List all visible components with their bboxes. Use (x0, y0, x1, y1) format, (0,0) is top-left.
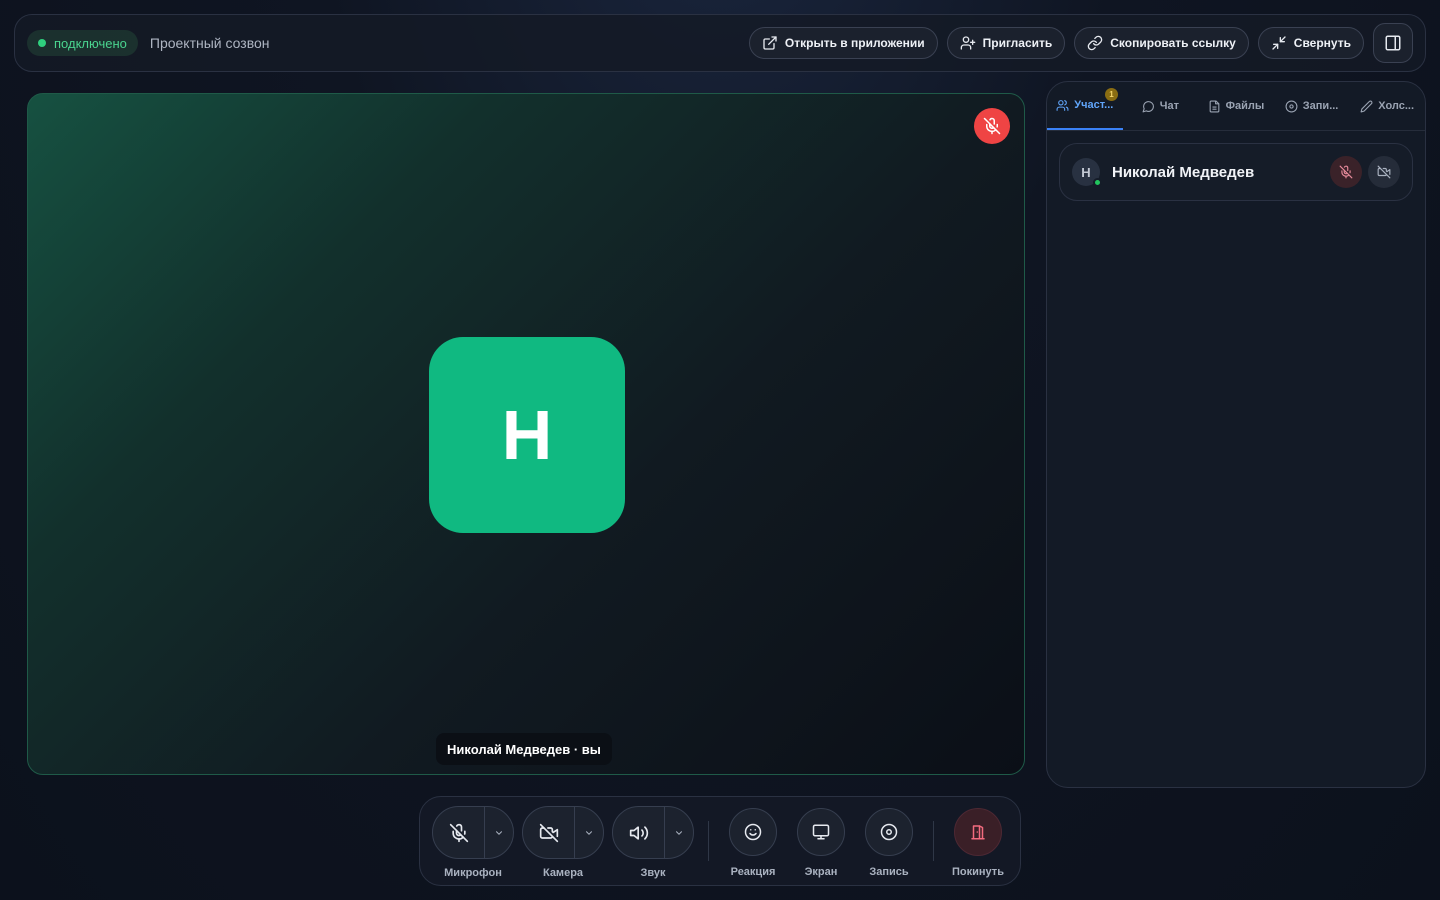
participant-name: Николай Медведев (1112, 163, 1255, 181)
participant-avatar-large: Н (429, 337, 625, 533)
microphone-label: Микрофон (444, 867, 502, 879)
tab-participants-label: Участ... (1074, 99, 1114, 111)
camera-split-button (522, 806, 604, 859)
sound-control: Звук (612, 806, 694, 879)
invite-label: Пригласить (982, 36, 1053, 50)
leave-label: Покинуть (952, 866, 1004, 878)
mic-off-icon (1339, 165, 1353, 179)
participants-count-badge: 1 (1105, 88, 1118, 101)
avatar: Н (1072, 158, 1102, 187)
open-in-app-label: Открыть в приложении (784, 36, 925, 50)
tab-recordings-label: Запи... (1302, 100, 1339, 112)
invite-button[interactable]: Пригласить (946, 27, 1066, 59)
speaker-icon (629, 823, 649, 843)
tab-files-label: Файлы (1225, 100, 1265, 112)
screen-control: Экран (797, 808, 845, 878)
minimize-arrows-icon (1271, 35, 1287, 51)
camera-off-icon (1377, 165, 1391, 179)
microphone-options-button[interactable] (484, 807, 513, 858)
participant-mic-status (1330, 156, 1362, 188)
leave-control: Покинуть (952, 808, 1004, 878)
open-in-app-button[interactable]: Открыть в приложении (748, 27, 938, 59)
tile-muted-indicator (974, 108, 1010, 144)
mic-off-icon (983, 117, 1001, 135)
tab-canvas-label: Холс... (1378, 100, 1415, 112)
main-video-tile: Н Николай Медведев · вы (27, 93, 1025, 775)
top-actions: Открыть в приложении Пригласить Скопиров… (748, 23, 1413, 63)
top-bar: подключено Проектный созвон Открыть в пр… (14, 14, 1426, 72)
participant-name-tag: Николай Медведев · вы (436, 733, 612, 765)
reaction-button[interactable] (729, 808, 777, 856)
monitor-icon (812, 823, 830, 841)
connection-status-text: подключено (54, 35, 127, 51)
microphone-control: Микрофон (432, 806, 514, 879)
call-controls-bar: Микрофон Камера Звук Реакция Экран Запис… (419, 796, 1021, 886)
microphone-toggle-button[interactable] (433, 807, 484, 858)
record-button[interactable] (865, 808, 913, 856)
minimize-label: Свернуть (1293, 36, 1351, 50)
toggle-sidebar-button[interactable] (1373, 23, 1413, 63)
tab-chat-label: Чат (1159, 100, 1179, 112)
sound-toggle-button[interactable] (613, 807, 664, 858)
camera-control: Камера (522, 806, 604, 879)
leave-call-button[interactable] (954, 808, 1002, 856)
link-icon (1087, 35, 1103, 51)
camera-toggle-button[interactable] (523, 807, 574, 858)
chevron-down-icon (584, 828, 594, 838)
online-indicator (1093, 178, 1102, 187)
camera-label: Камера (542, 867, 584, 879)
door-exit-icon (969, 823, 987, 841)
panel-tabs: Участ... 1 Чат Файлы Запи... Холс... (1047, 82, 1425, 131)
tab-files[interactable]: Файлы (1198, 82, 1274, 130)
file-icon (1208, 100, 1221, 113)
participant-status-icons (1330, 156, 1400, 188)
copy-link-label: Скопировать ссылку (1110, 36, 1236, 50)
controls-divider (933, 821, 934, 861)
chat-icon (1142, 100, 1155, 113)
participant-camera-status (1368, 156, 1400, 188)
reaction-control: Реакция (729, 808, 777, 878)
minimize-button[interactable]: Свернуть (1257, 27, 1364, 59)
record-icon (1285, 100, 1298, 113)
side-panel: Участ... 1 Чат Файлы Запи... Холс... Н Н… (1046, 81, 1426, 788)
sound-split-button (612, 806, 694, 859)
pencil-icon (1360, 100, 1373, 113)
microphone-split-button (432, 806, 514, 859)
participant-row[interactable]: Н Николай Медведев (1059, 143, 1413, 201)
sound-label: Звук (640, 867, 666, 879)
status-dot-icon (38, 39, 46, 47)
mic-off-icon (449, 823, 469, 843)
camera-off-icon (539, 823, 559, 843)
connection-status-badge: подключено (27, 30, 138, 56)
tab-recordings[interactable]: Запи... (1274, 82, 1350, 130)
users-icon (1056, 99, 1069, 112)
participant-initial: Н (1081, 164, 1091, 180)
user-plus-icon (960, 35, 976, 51)
copy-link-button[interactable]: Скопировать ссылку (1074, 27, 1249, 59)
sound-options-button[interactable] (664, 807, 693, 858)
sidebar-panel-icon (1384, 34, 1402, 52)
external-link-icon (762, 35, 778, 51)
camera-options-button[interactable] (574, 807, 603, 858)
chevron-down-icon (494, 828, 504, 838)
screen-share-button[interactable] (797, 808, 845, 856)
tab-canvas[interactable]: Холс... (1349, 82, 1425, 130)
tab-chat[interactable]: Чат (1123, 82, 1199, 130)
record-control: Запись (865, 808, 913, 878)
tab-participants[interactable]: Участ... 1 (1047, 82, 1123, 130)
call-title: Проектный созвон (149, 35, 270, 51)
record-label: Запись (869, 866, 909, 878)
controls-divider (708, 821, 709, 861)
chevron-down-icon (674, 828, 684, 838)
record-icon (880, 823, 898, 841)
smile-icon (744, 823, 762, 841)
